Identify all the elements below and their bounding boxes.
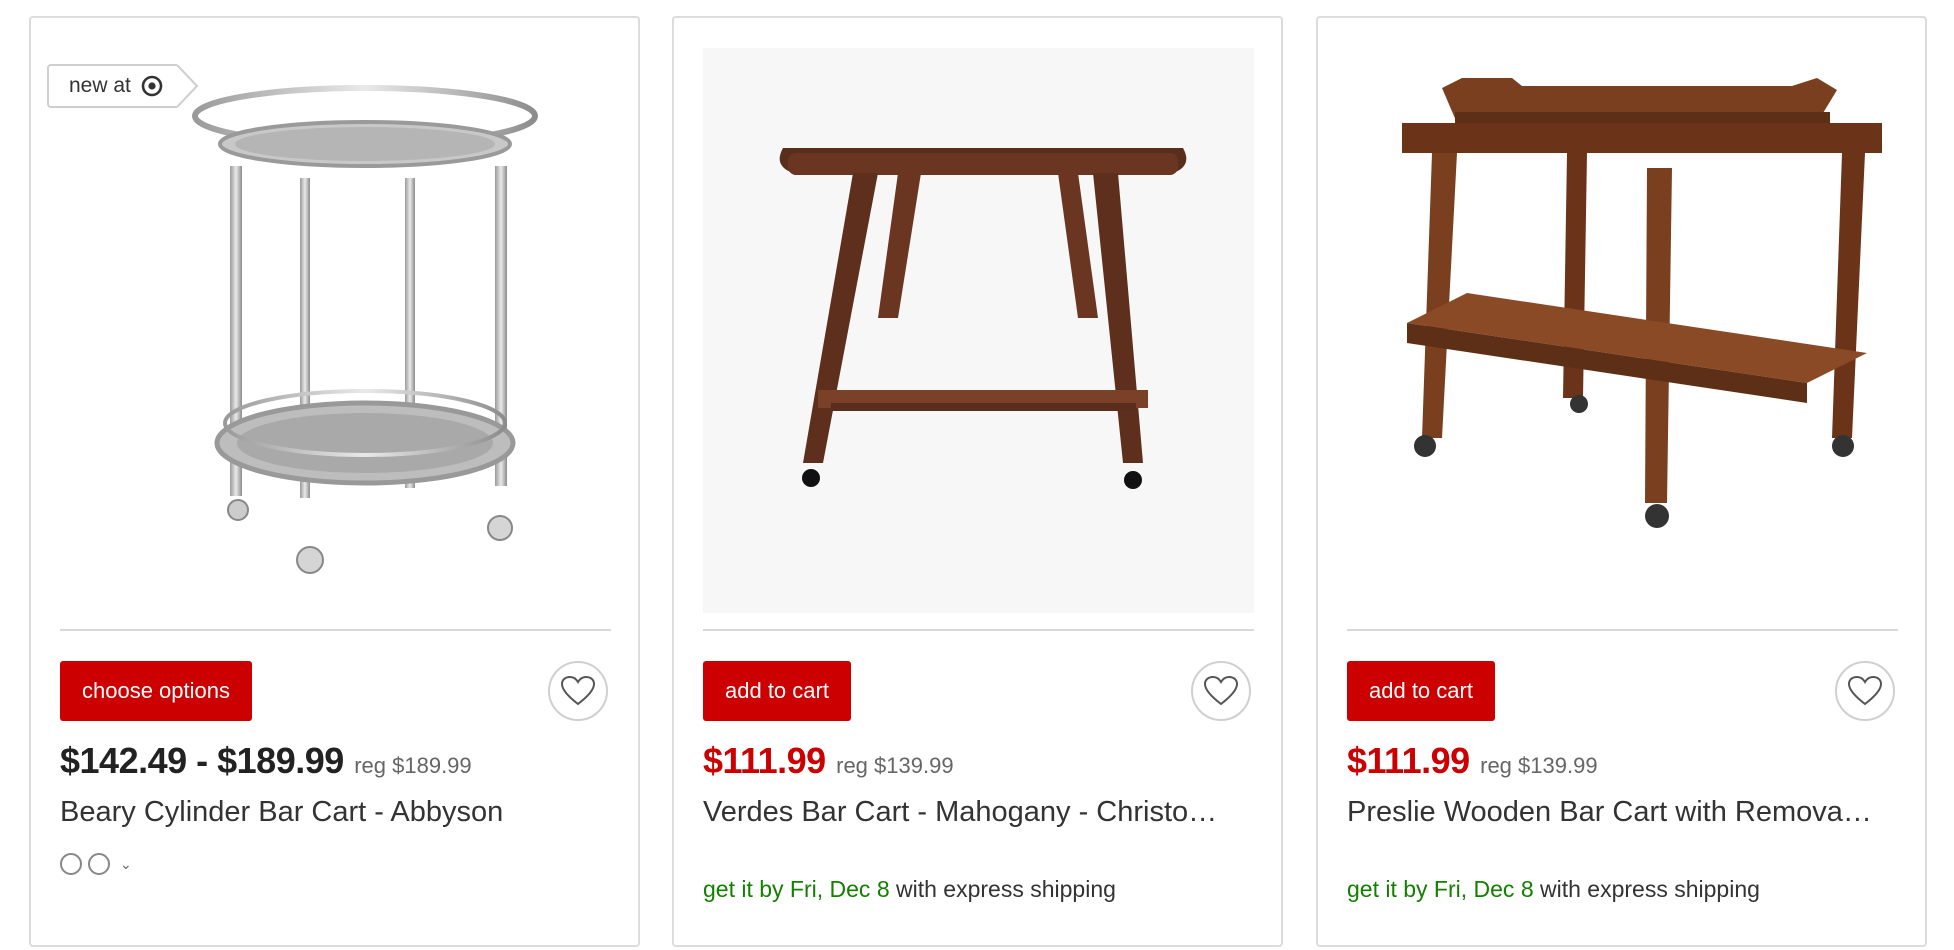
divider (60, 629, 611, 631)
badge-label: new at (69, 74, 131, 97)
heart-icon (561, 676, 595, 706)
price-row: $142.49 - $189.99 reg $189.99 (60, 740, 472, 782)
heart-icon (1848, 676, 1882, 706)
divider (1347, 629, 1898, 631)
choose-options-button[interactable]: choose options (60, 661, 252, 721)
delivery-date: get it by Fri, Dec 8 (1347, 876, 1534, 902)
mahogany-bar-cart-image[interactable] (703, 48, 1254, 613)
reg-price: reg $139.99 (836, 753, 954, 778)
color-swatches[interactable]: ⌄ (60, 853, 132, 875)
heart-icon (1204, 676, 1238, 706)
price: $111.99 (1347, 740, 1470, 781)
price: $111.99 (703, 740, 826, 781)
favorite-button[interactable] (1191, 661, 1251, 721)
wooden-tray-bar-cart-image[interactable] (1347, 48, 1898, 613)
product-card[interactable]: add to cart $111.99 reg $139.99 Verdes B… (672, 16, 1283, 947)
reg-price: reg $139.99 (1480, 753, 1598, 778)
shipping-method: with express shipping (889, 876, 1116, 902)
product-title-link[interactable]: Verdes Bar Cart - Mahogany - Christo… (703, 796, 1254, 829)
favorite-button[interactable] (1835, 661, 1895, 721)
price-row: $111.99 reg $139.99 (1347, 740, 1598, 782)
product-grid: new at choose options $142.49 - $189.99 … (0, 0, 1954, 950)
product-title-link[interactable]: Beary Cylinder Bar Cart - Abbyson (60, 796, 611, 829)
silver-round-bar-cart-image[interactable] (60, 48, 611, 613)
color-swatch[interactable] (88, 853, 110, 875)
add-to-cart-button[interactable]: add to cart (703, 661, 851, 721)
price: $142.49 - $189.99 (60, 740, 344, 781)
delivery-date: get it by Fri, Dec 8 (703, 876, 890, 902)
divider (703, 629, 1254, 631)
shipping-info: get it by Fri, Dec 8 with express shippi… (1347, 876, 1760, 903)
badge-tip (176, 64, 199, 108)
new-at-target-badge: new at (47, 64, 199, 108)
reg-price: reg $189.99 (354, 753, 472, 778)
product-card[interactable]: add to cart $111.99 reg $139.99 Preslie … (1316, 16, 1927, 947)
price-row: $111.99 reg $139.99 (703, 740, 954, 782)
target-logo-icon (141, 75, 163, 97)
color-swatch[interactable] (60, 853, 82, 875)
add-to-cart-button[interactable]: add to cart (1347, 661, 1495, 721)
chevron-down-icon[interactable]: ⌄ (120, 856, 132, 873)
favorite-button[interactable] (548, 661, 608, 721)
shipping-info: get it by Fri, Dec 8 with express shippi… (703, 876, 1116, 903)
product-title-link[interactable]: Preslie Wooden Bar Cart with Remova… (1347, 796, 1898, 829)
product-card[interactable]: new at choose options $142.49 - $189.99 … (29, 16, 640, 947)
shipping-method: with express shipping (1533, 876, 1760, 902)
